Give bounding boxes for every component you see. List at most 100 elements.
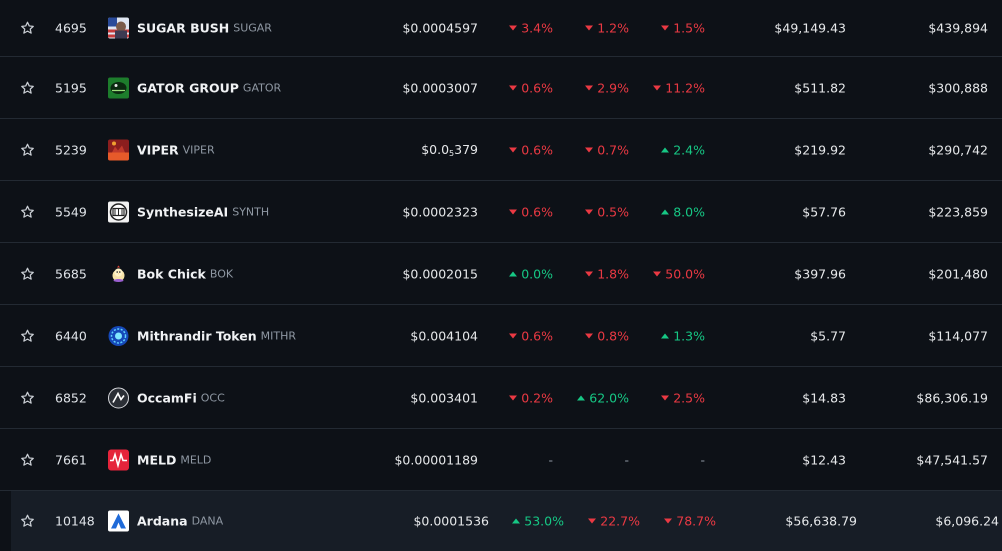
- table-row[interactable]: 6852 OccamFi OCC $0.003401 0.2% 62.0% 2.5% $14.…: [0, 367, 1002, 429]
- coin-name: SUGAR BUSH: [137, 20, 230, 36]
- star-outline-icon[interactable]: [20, 80, 35, 95]
- star-outline-icon[interactable]: [20, 204, 35, 219]
- coin-symbol: GATOR: [242, 81, 282, 94]
- change-24h-cell: 22.7%: [588, 514, 640, 529]
- table-row[interactable]: 5195 GATOR GROUP GATOR $0.0003007 0.6% 2.9% 11…: [0, 57, 1002, 119]
- viper-logo: [108, 139, 129, 160]
- volume-24h: $511.82: [794, 80, 846, 95]
- rank: 10148: [55, 513, 95, 529]
- table-row[interactable]: 10148 Ardana DANA $0.0001536 53.0% 22.7% 78.7%…: [11, 491, 1002, 551]
- price: $0.0003007: [402, 80, 478, 95]
- caret-up-icon: [512, 518, 521, 524]
- caret-down-icon: [585, 85, 594, 90]
- price-value: $0.0002323: [402, 204, 478, 219]
- star-outline-icon[interactable]: [20, 452, 35, 467]
- caret-down-icon: [509, 147, 518, 152]
- change-7d-value: 1.3%: [673, 328, 705, 343]
- coin-link[interactable]: SUGAR BUSH SUGAR: [108, 17, 272, 39]
- caret-down-icon: [509, 209, 518, 214]
- change-1h-value: 0.6%: [521, 328, 553, 343]
- table-row[interactable]: 7661 MELD MELD $0.00001189 - - - $12.43 $47,541.…: [0, 429, 1002, 491]
- market-cap: $201,480: [928, 266, 988, 281]
- caret-down-icon: [661, 25, 670, 31]
- change-7d-value: 50.0%: [665, 266, 705, 281]
- price-value: $0.0004597: [402, 20, 478, 36]
- coin-link[interactable]: Mithrandir Token MITHR: [108, 325, 296, 346]
- star-outline-icon[interactable]: [20, 390, 35, 405]
- rank: 5239: [55, 142, 87, 157]
- occamfi-logo: [108, 387, 129, 408]
- rank: 4695: [55, 20, 87, 36]
- price: $0.0001536: [413, 514, 489, 529]
- rank: 7661: [55, 452, 87, 467]
- caret-up-icon: [661, 209, 670, 214]
- change-7d-cell: 78.7%: [664, 514, 716, 529]
- coin-link[interactable]: Ardana DANA: [108, 510, 223, 532]
- change-24h-cell: 0.5%: [585, 204, 629, 219]
- change-1h-value: 3.4%: [521, 20, 553, 36]
- coin-name: VIPER: [137, 142, 179, 157]
- coin-link[interactable]: OccamFi OCC: [108, 387, 225, 408]
- change-7d-value: 78.7%: [676, 513, 716, 529]
- coin-link[interactable]: GATOR GROUP GATOR: [108, 77, 281, 98]
- volume-24h: $56,638.79: [785, 513, 857, 529]
- coin-link[interactable]: VIPER VIPER: [108, 139, 215, 160]
- caret-down-icon: [588, 518, 597, 524]
- table-row[interactable]: 5685 Bok Chick BOK $0.0002015 0.0% 1.8% 50.0% $…: [0, 243, 1002, 305]
- market-cap: $114,077: [928, 328, 988, 343]
- star-outline-icon[interactable]: [20, 328, 35, 343]
- change-7d-cell: 1.5%: [661, 21, 705, 36]
- change-24h-value: 1.2%: [597, 20, 629, 36]
- coin-link[interactable]: SynthesizeAI SYNTH: [108, 201, 269, 222]
- volume-24h: $219.92: [794, 142, 846, 157]
- crypto-table: 4695 SUGAR BUSH SUGAR $0.0004597 3.4% 1.2% 1.5…: [0, 0, 1002, 551]
- price: $0.05379: [421, 142, 478, 158]
- change-1h-cell: 0.6%: [509, 80, 553, 95]
- change-24h-value: 22.7%: [600, 513, 640, 529]
- price-value: $0.004104: [410, 328, 478, 343]
- change-24h-cell: 1.2%: [585, 21, 629, 36]
- star-outline-icon[interactable]: [20, 21, 35, 36]
- change-7d-value: 8.0%: [673, 204, 705, 219]
- coin-link[interactable]: Bok Chick BOK: [108, 263, 233, 284]
- table-row[interactable]: 6440 Mithrandir Token MITHR $0.004104 0.6% 0.…: [0, 305, 1002, 367]
- table-row[interactable]: 5239 VIPER VIPER $0.05379 0.6% 0.7% 2.4% $219.9…: [0, 119, 1002, 181]
- change-1h-cell: 3.4%: [509, 21, 553, 36]
- caret-up-icon: [509, 271, 518, 276]
- price-value: $0.0003007: [402, 80, 478, 95]
- change-1h-value: -: [548, 452, 553, 467]
- coin-symbol: OCC: [200, 391, 225, 404]
- change-1h-cell: 0.2%: [509, 390, 553, 405]
- volume-24h: $57.76: [802, 204, 846, 219]
- change-7d-value: -: [700, 452, 705, 467]
- change-24h-cell: 1.8%: [585, 266, 629, 281]
- volume-24h: $397.96: [794, 266, 846, 281]
- coin-name: SynthesizeAI: [137, 204, 229, 219]
- volume-24h: $49,149.43: [774, 20, 846, 36]
- market-cap: $47,541.57: [916, 452, 988, 467]
- star-outline-icon[interactable]: [20, 142, 35, 157]
- change-24h-cell: 0.7%: [585, 142, 629, 157]
- price-value: $0.00001189: [394, 452, 478, 467]
- star-outline-icon[interactable]: [20, 266, 35, 281]
- change-1h-cell: 0.6%: [509, 328, 553, 343]
- caret-down-icon: [509, 25, 518, 31]
- coin-name: OccamFi: [137, 390, 197, 405]
- change-24h-value: 0.5%: [597, 204, 629, 219]
- price-digits: 379: [454, 141, 478, 157]
- coin-link[interactable]: MELD MELD: [108, 449, 211, 470]
- star-outline-icon[interactable]: [20, 514, 35, 529]
- caret-down-icon: [585, 209, 594, 214]
- rank: 5549: [55, 204, 87, 219]
- change-24h-cell: 0.8%: [585, 328, 629, 343]
- coin-symbol: VIPER: [182, 143, 215, 156]
- rank: 6440: [55, 328, 87, 343]
- change-24h-value: 62.0%: [589, 390, 629, 405]
- caret-down-icon: [585, 25, 594, 31]
- table-row[interactable]: 4695 SUGAR BUSH SUGAR $0.0004597 3.4% 1.2% 1.5…: [0, 0, 1002, 57]
- bok-chick-logo: [108, 263, 129, 284]
- meld-logo: [108, 449, 129, 470]
- change-7d-value: 2.5%: [673, 390, 705, 405]
- table-row[interactable]: 5549 SynthesizeAI SYNTH $0.0002323 0.6% 0.5% 8…: [0, 181, 1002, 243]
- price: $0.003401: [410, 390, 478, 405]
